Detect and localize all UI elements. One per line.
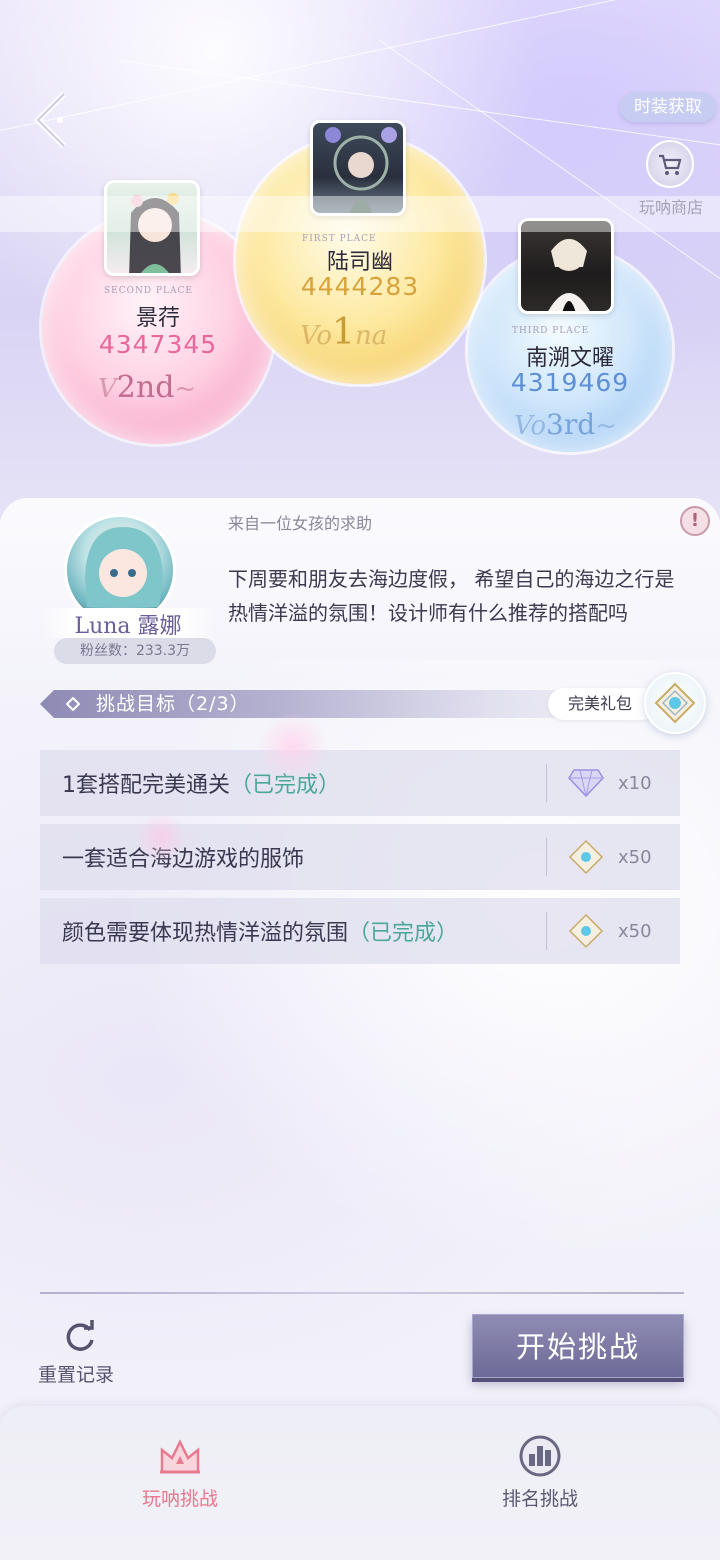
back-button[interactable]	[24, 90, 84, 150]
fashion-acquire-button[interactable]: 时装获取	[620, 92, 716, 122]
divider	[546, 838, 547, 876]
start-challenge-button[interactable]: 开始挑战	[472, 1314, 684, 1378]
player-score: 4444283	[300, 272, 420, 301]
reset-icon[interactable]	[62, 1318, 98, 1354]
reset-record-button[interactable]: 重置记录	[38, 1360, 114, 1387]
sparkle	[258, 712, 328, 782]
cart-icon	[659, 154, 682, 175]
sparkle	[136, 812, 186, 862]
fans-count: 粉丝数：233.3万	[54, 638, 216, 664]
reward-count: x10	[618, 772, 652, 794]
bottom-nav: 玩呐挑战 排名挑战	[0, 1406, 720, 1560]
goal-row: 颜色需要体现热情洋溢的氛围（已完成） x50	[40, 898, 680, 964]
crystal-badge-icon	[566, 837, 606, 877]
alert-icon[interactable]: !	[680, 506, 710, 536]
rank-mark: Vo3rd~	[514, 408, 617, 441]
goal-row: 1套搭配完美通关（已完成） x10	[40, 750, 680, 816]
tab-ranking-challenge[interactable]: 排名挑战	[470, 1434, 610, 1511]
player-score: 4319469	[510, 368, 630, 397]
player-score: 4347345	[98, 330, 218, 359]
goal-status: （已完成）	[348, 921, 459, 946]
player-name: 景荇	[135, 306, 180, 331]
diamond-bullet-icon	[66, 697, 80, 711]
perfect-gift-label[interactable]: 完美礼包	[548, 688, 658, 720]
tab-label: 排名挑战	[501, 1488, 578, 1510]
back-arrow-icon	[33, 91, 67, 149]
perfect-gift-button[interactable]	[644, 672, 706, 734]
rank-mark: Vo1na	[300, 312, 388, 353]
client-name: Luna 露娜	[40, 608, 216, 639]
tab-label: 玩呐挑战	[141, 1488, 218, 1510]
diamond-icon	[566, 763, 606, 803]
crown-badge-icon	[160, 1439, 200, 1474]
tab-wanna-challenge[interactable]: 玩呐挑战	[110, 1434, 250, 1511]
shop-button[interactable]	[646, 140, 694, 188]
header-light-strip	[0, 196, 720, 232]
divider	[546, 764, 547, 802]
request-text: 下周要和朋友去海边度假， 希望自己的海边之行是热情洋溢的氛围！设计师有什么推荐的…	[228, 567, 675, 625]
ranking-badge-icon	[519, 1435, 561, 1477]
request-source: 来自一位女孩的求助	[228, 514, 373, 533]
podium-first[interactable]: FIRST PLACE 陆司幽 4444283 Vo1na	[236, 120, 484, 384]
reward-count: x50	[618, 920, 652, 942]
goal-text: 颜色需要体现热情洋溢的氛围（已完成）	[62, 921, 459, 946]
crystal-badge-icon	[654, 682, 696, 724]
place-tag: SECOND PLACE	[104, 286, 193, 296]
podium-third[interactable]: THIRD PLACE 南溯文曜 4319469 Vo3rd~	[468, 218, 672, 452]
reward-count: x50	[618, 846, 652, 868]
rank-mark: V2nd~	[98, 370, 197, 405]
avatar	[518, 218, 614, 314]
place-tag: FIRST PLACE	[302, 234, 377, 244]
goals-title: 挑战目标（2/3）	[96, 693, 250, 715]
crystal-badge-icon	[566, 911, 606, 951]
divider	[546, 912, 547, 950]
place-tag: THIRD PLACE	[512, 326, 590, 336]
section-divider	[40, 1292, 684, 1294]
